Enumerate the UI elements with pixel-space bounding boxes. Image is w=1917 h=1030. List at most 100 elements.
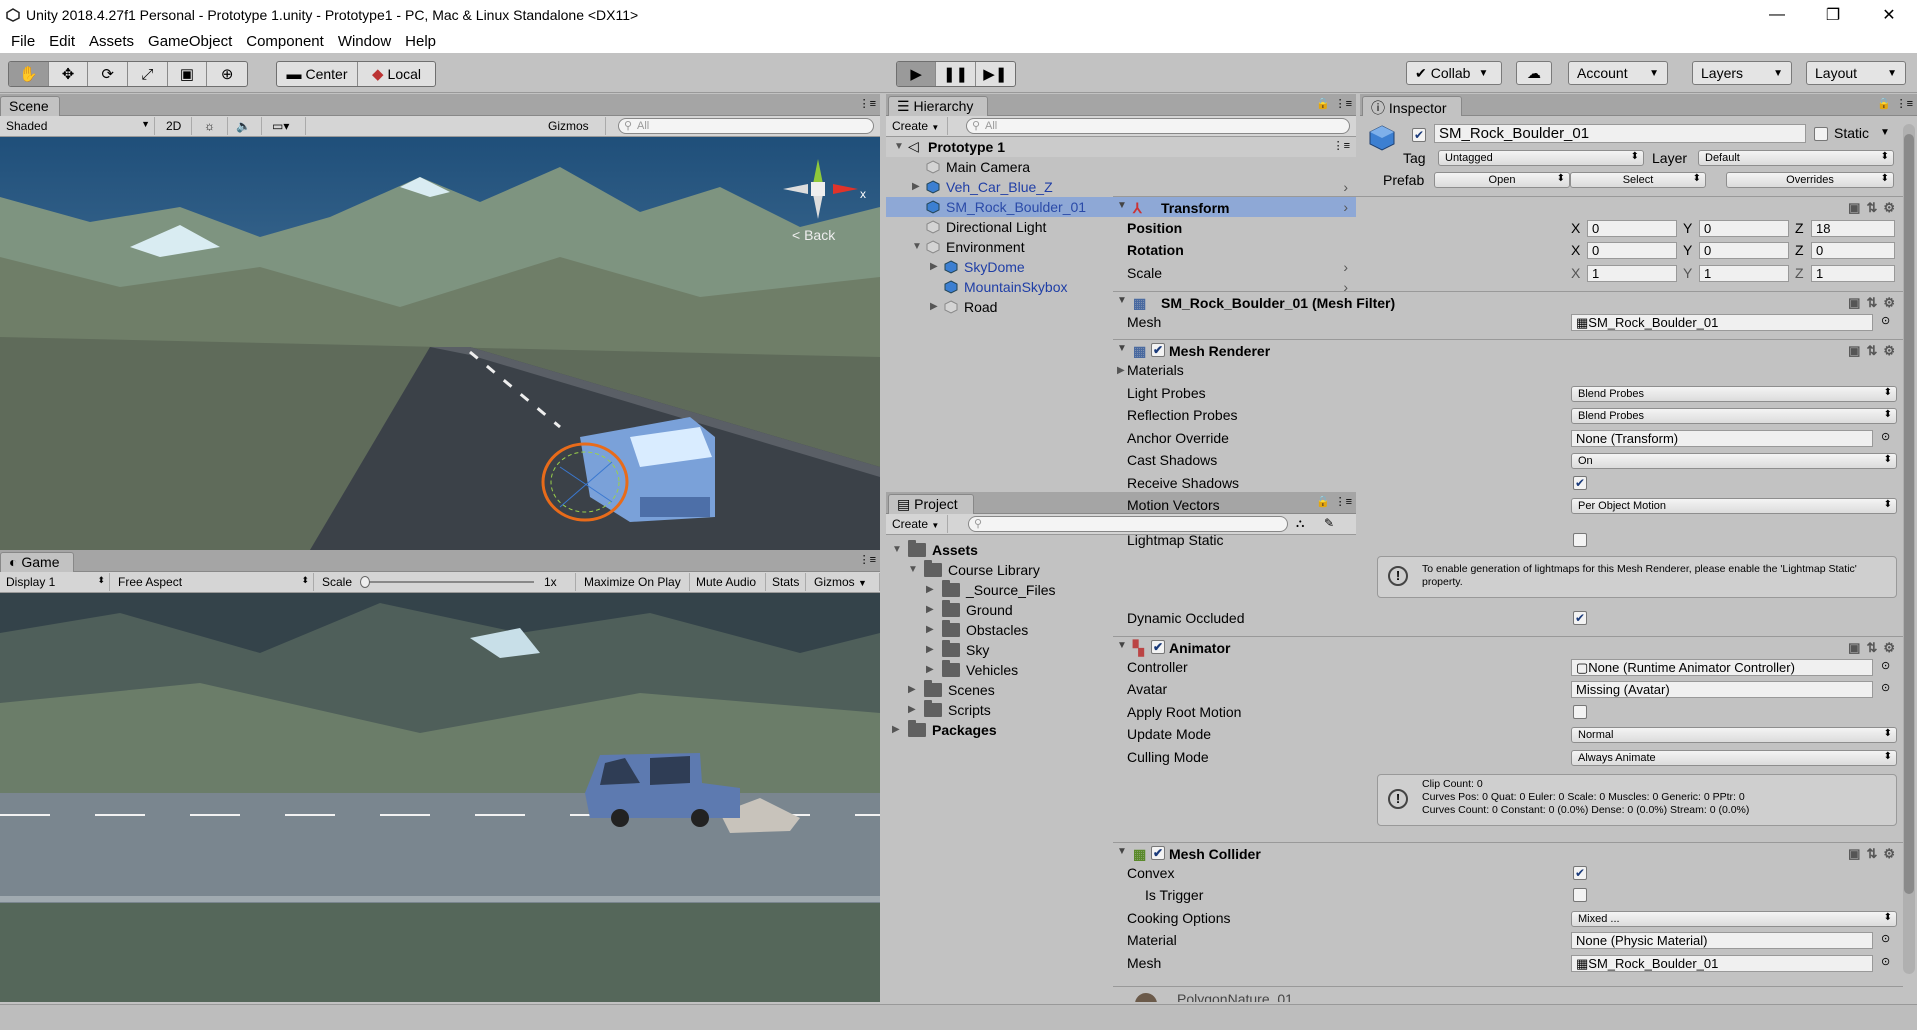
inspector-scrollbar[interactable]	[1903, 124, 1915, 974]
game-gizmos-dropdown[interactable]: Gizmos ▼	[808, 573, 880, 591]
expand-triangle-icon[interactable]: ▼	[912, 241, 922, 252]
stats-toggle[interactable]: Stats	[766, 573, 806, 591]
menu-edit[interactable]: Edit	[42, 33, 82, 50]
cloud-button[interactable]: ☁	[1516, 61, 1552, 85]
mesh-collider-component-header[interactable]: ▼ ▦ ✔ Mesh Collider ▣⇅⚙	[1113, 842, 1903, 864]
scale-y-field[interactable]: 1	[1699, 265, 1789, 282]
mesh-collider-enabled-checkbox[interactable]: ✔	[1151, 846, 1165, 860]
expand-triangle-icon[interactable]: ▶	[930, 261, 938, 272]
mesh-renderer-enabled-checkbox[interactable]: ✔	[1151, 343, 1165, 357]
hand-tool-icon[interactable]: ✋	[9, 62, 49, 86]
shading-mode-dropdown[interactable]: Shaded ▼	[0, 117, 155, 135]
settings-gear-icon[interactable]: ⚙	[1883, 846, 1901, 861]
cooking-options-dropdown[interactable]: Mixed ...	[1571, 911, 1897, 927]
collapse-triangle-icon[interactable]: ▼	[1117, 846, 1127, 857]
animator-enabled-checkbox[interactable]: ✔	[1151, 640, 1165, 654]
pivot-center-button[interactable]: ▬ Center	[277, 62, 358, 86]
scene-back-label[interactable]: < Back	[792, 227, 835, 243]
preset-icon[interactable]: ⇅	[1866, 640, 1883, 655]
collapse-triangle-icon[interactable]: ▼	[1117, 343, 1127, 354]
project-create-dropdown[interactable]: Create ▼	[886, 515, 948, 533]
move-tool-icon[interactable]: ✥	[49, 62, 89, 86]
scene-menu-icon[interactable]: ⋮≡	[1333, 139, 1350, 152]
pause-icon[interactable]: ❚❚	[936, 62, 976, 86]
scale-slider[interactable]: Scale 1x	[316, 573, 576, 591]
play-icon[interactable]: ▶	[897, 62, 937, 86]
mesh-renderer-component-header[interactable]: ▼ ▦ ✔ Mesh Renderer ▣⇅⚙	[1113, 339, 1903, 361]
preset-icon[interactable]: ⇅	[1866, 200, 1883, 215]
collapse-triangle-icon[interactable]: ▼	[1117, 640, 1127, 651]
menu-window[interactable]: Window	[331, 33, 398, 50]
expand-triangle-icon[interactable]: ▶	[926, 644, 934, 655]
motion-vectors-dropdown[interactable]: Per Object Motion	[1571, 498, 1897, 514]
panel-menu-icon[interactable]: ⋮≡	[859, 97, 876, 110]
collapse-triangle-icon[interactable]: ▼	[1117, 200, 1127, 211]
hierarchy-create-dropdown[interactable]: Create ▼	[886, 117, 948, 135]
maximize-on-play-toggle[interactable]: Maximize On Play	[578, 573, 690, 591]
panel-menu-icon[interactable]: ⋮≡	[859, 553, 876, 566]
anchor-override-field[interactable]: None (Transform)	[1571, 430, 1873, 447]
mute-audio-toggle[interactable]: Mute Audio	[690, 573, 766, 591]
tab-project[interactable]: ▤ Project	[888, 494, 974, 514]
scene-orientation-gizmo-icon[interactable]	[778, 149, 868, 229]
expand-triangle-icon[interactable]: ▶	[930, 301, 938, 312]
panel-menu-icon[interactable]: ⋮≡	[1335, 97, 1352, 110]
prefab-overrides-dropdown[interactable]: Overrides	[1726, 172, 1894, 188]
project-item[interactable]: ▶ _Source_Files	[886, 580, 1356, 600]
pivot-local-button[interactable]: ◆ Local	[358, 62, 435, 86]
lightmap-static-checkbox[interactable]	[1573, 533, 1587, 547]
scrollbar-thumb[interactable]	[1904, 134, 1914, 894]
help-icon[interactable]: ▣	[1848, 343, 1866, 358]
settings-gear-icon[interactable]: ⚙	[1883, 295, 1901, 310]
panel-menu-icon[interactable]: ⋮≡	[1896, 97, 1913, 110]
menu-assets[interactable]: Assets	[82, 33, 141, 50]
lighting-icon[interactable]: ☼	[198, 117, 228, 135]
game-viewport[interactable]	[0, 593, 880, 1002]
expand-triangle-icon[interactable]: ▶	[926, 664, 934, 675]
tab-game[interactable]: ◐ Game	[0, 552, 74, 572]
is-trigger-checkbox[interactable]	[1573, 888, 1587, 902]
2d-toggle[interactable]: 2D	[160, 117, 192, 135]
controller-field[interactable]: ▢None (Runtime Animator Controller)	[1571, 659, 1873, 676]
expand-triangle-icon[interactable]: ▶	[926, 624, 934, 635]
collab-button[interactable]: ✔ Collab ▼	[1406, 61, 1502, 85]
tab-scene[interactable]: Scene	[0, 96, 60, 116]
menu-help[interactable]: Help	[398, 33, 443, 50]
expand-triangle-icon[interactable]: ▶	[908, 704, 916, 715]
object-active-checkbox[interactable]: ✔	[1412, 128, 1426, 142]
help-icon[interactable]: ▣	[1848, 295, 1866, 310]
filter-type-icon[interactable]: ⛬	[1296, 516, 1304, 531]
expand-triangle-icon[interactable]: ▶	[926, 584, 934, 595]
aspect-dropdown[interactable]: Free Aspect ⬍	[112, 573, 314, 591]
prefab-select-button[interactable]: Select	[1570, 172, 1706, 188]
lock-icon[interactable]: 🔒	[1316, 97, 1330, 110]
receive-shadows-checkbox[interactable]: ✔	[1573, 476, 1587, 490]
chevron-right-icon[interactable]: ›	[1343, 179, 1348, 195]
effects-icon[interactable]: ▭▾	[266, 117, 306, 135]
expand-triangle-icon[interactable]: ▶	[912, 181, 920, 192]
rect-tool-icon[interactable]: ▣	[168, 62, 208, 86]
menu-component[interactable]: Component	[239, 33, 331, 50]
account-button[interactable]: Account ▼	[1568, 61, 1668, 85]
collider-mesh-field[interactable]: ▦SM_Rock_Boulder_01	[1571, 955, 1873, 972]
physic-material-field[interactable]: None (Physic Material)	[1571, 932, 1873, 949]
expand-triangle-icon[interactable]: ▼	[894, 141, 904, 152]
expand-triangle-icon[interactable]: ▶	[1117, 365, 1125, 376]
dynamic-occluded-checkbox[interactable]: ✔	[1573, 611, 1587, 625]
expand-triangle-icon[interactable]: ▶	[908, 684, 916, 695]
preset-icon[interactable]: ⇅	[1866, 343, 1883, 358]
transform-component-header[interactable]: ▼ ⅄ Transform ▣⇅⚙	[1113, 196, 1903, 218]
settings-gear-icon[interactable]: ⚙	[1883, 200, 1901, 215]
mesh-filter-component-header[interactable]: ▼ ▦ SM_Rock_Boulder_01 (Mesh Filter) ▣⇅⚙	[1113, 291, 1903, 313]
position-y-field[interactable]: 0	[1699, 220, 1789, 237]
preset-icon[interactable]: ⇅	[1866, 295, 1883, 310]
lock-icon[interactable]: 🔒	[1877, 97, 1891, 110]
collapse-triangle-icon[interactable]: ▼	[1117, 295, 1127, 306]
display-dropdown[interactable]: Display 1 ⬍	[0, 573, 110, 591]
maximize-button[interactable]: ❐	[1805, 0, 1861, 29]
hierarchy-item[interactable]: Main Camera	[886, 157, 1356, 177]
object-picker-icon[interactable]: ⊙	[1881, 314, 1890, 327]
expand-triangle-icon[interactable]: ▶	[926, 604, 934, 615]
object-picker-icon[interactable]: ⊙	[1881, 955, 1890, 968]
scale-z-field[interactable]: 1	[1811, 265, 1895, 282]
